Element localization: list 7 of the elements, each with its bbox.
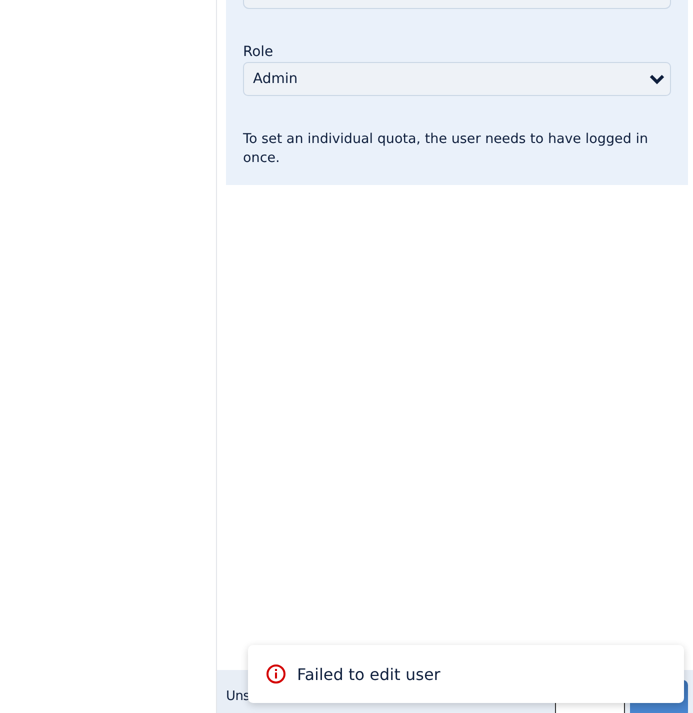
quota-note: To set an individual quota, the user needs to have logged in once. [243, 130, 650, 168]
role-select[interactable]: Admin [243, 62, 671, 96]
role-label: Role [243, 43, 274, 61]
chevron-down-icon [649, 74, 665, 84]
toast-message: Failed to edit user [297, 664, 440, 684]
unsaved-changes-text: Uns [226, 689, 250, 704]
error-icon [266, 664, 286, 684]
